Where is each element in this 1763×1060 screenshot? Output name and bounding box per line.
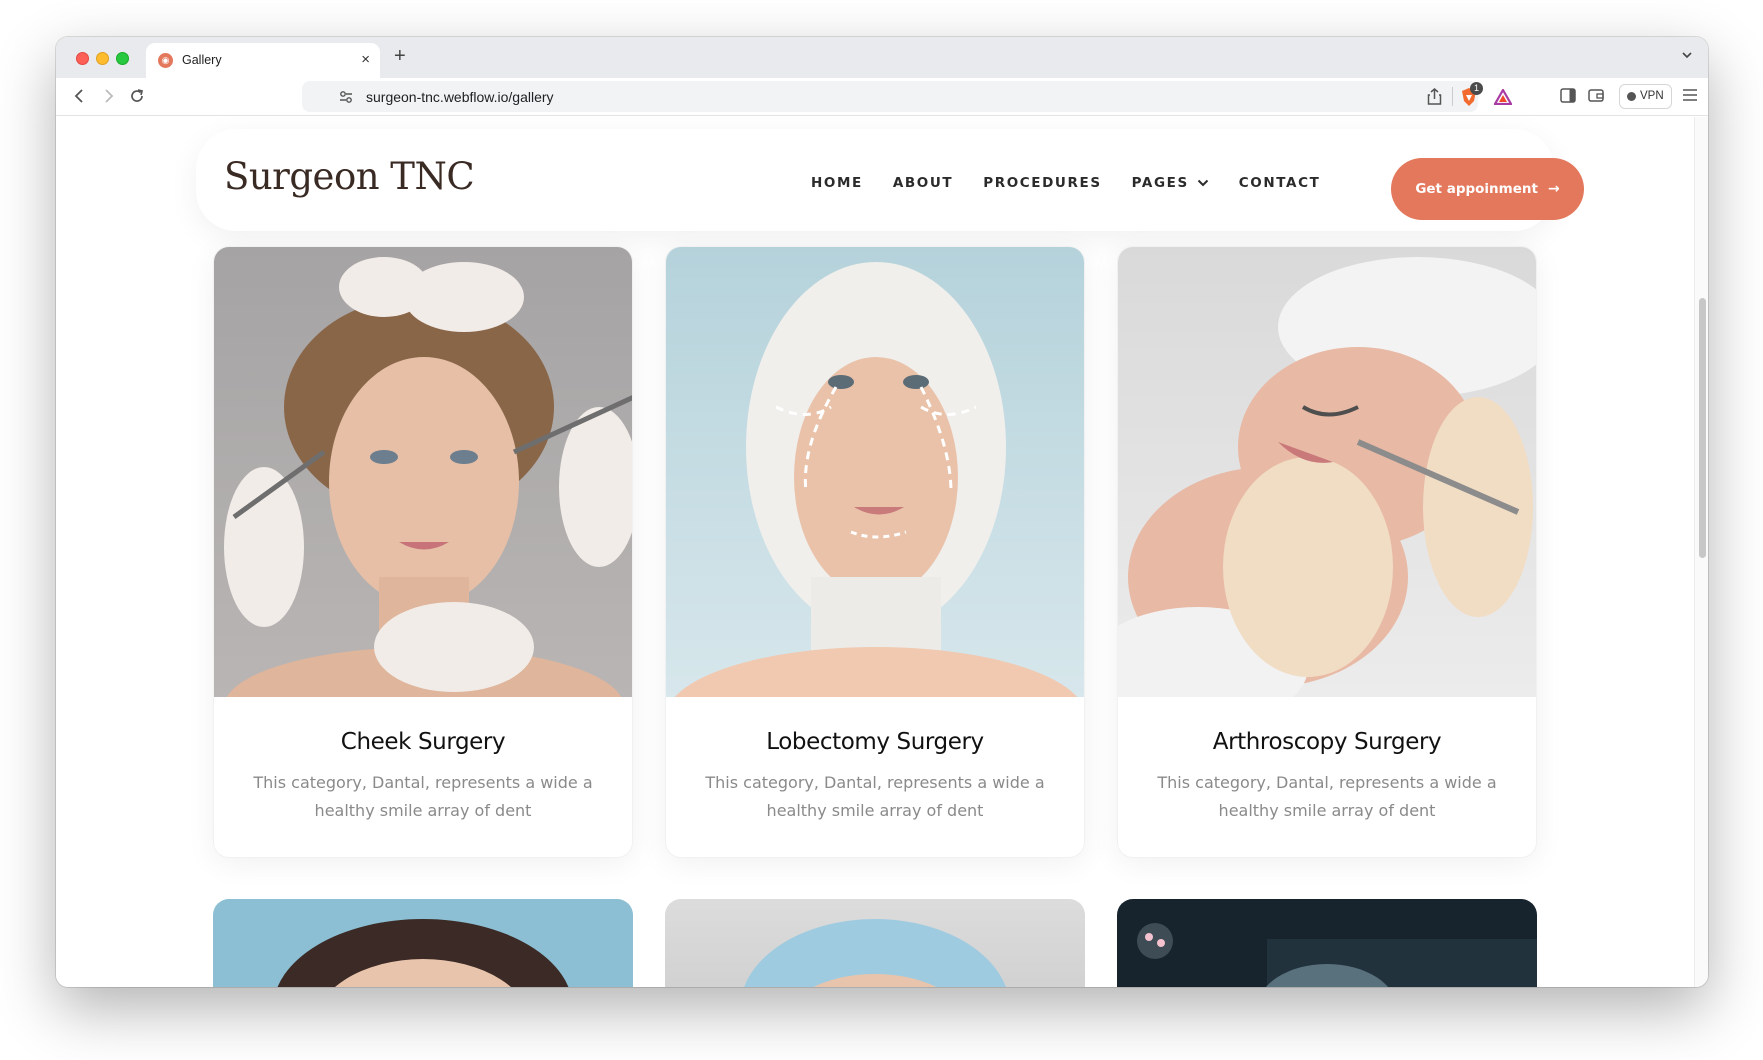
arthroscopy-surgery-image <box>1118 247 1536 697</box>
nav-about[interactable]: ABOUT <box>893 173 953 193</box>
forward-arrow-icon[interactable] <box>100 88 116 104</box>
site-header: Surgeon TNC HOME ABOUT PROCEDURES PAGES … <box>196 129 1584 231</box>
shields-count-badge: 1 <box>1470 82 1483 95</box>
gallery-card-image[interactable] <box>665 899 1085 987</box>
divider <box>1452 87 1453 106</box>
chevron-down-icon <box>1197 179 1208 187</box>
wallet-icon[interactable] <box>1588 88 1604 103</box>
new-tab-button[interactable]: + <box>394 45 406 68</box>
gallery-card-image[interactable] <box>213 899 633 987</box>
tab-list-chevron-icon[interactable] <box>1680 48 1694 62</box>
site-logo[interactable]: Surgeon TNC <box>224 155 475 198</box>
card-title: Lobectomy Surgery <box>766 729 984 755</box>
reload-icon[interactable] <box>129 88 145 104</box>
browser-window: ◉ Gallery × + surgeon-tnc.webflow.io/gal… <box>56 37 1708 987</box>
card-description: This category, Dantal, represents a wide… <box>253 773 593 820</box>
vpn-button[interactable]: VPN <box>1619 84 1672 109</box>
menu-icon[interactable] <box>1682 88 1698 102</box>
page-viewport: Surgeon TNC HOME ABOUT PROCEDURES PAGES … <box>56 117 1694 987</box>
gallery-card[interactable]: Lobectomy Surgery This category, Dantal,… <box>665 246 1085 858</box>
card-description: This category, Dantal, represents a wide… <box>705 773 1045 820</box>
minimize-window-button[interactable] <box>96 52 109 65</box>
card-title: Arthroscopy Surgery <box>1212 729 1442 755</box>
gallery-card[interactable]: Cheek Surgery This category, Dantal, rep… <box>213 246 633 858</box>
card-description: This category, Dantal, represents a wide… <box>1157 773 1497 820</box>
brave-rewards-icon[interactable] <box>1494 89 1512 105</box>
close-window-button[interactable] <box>76 52 89 65</box>
page-scrollbar[interactable] <box>1694 117 1708 987</box>
main-nav: HOME ABOUT PROCEDURES PAGES CONTACT <box>811 173 1350 193</box>
get-appointment-button[interactable]: Get appoinment → <box>1391 158 1584 220</box>
card-title: Cheek Surgery <box>340 729 506 755</box>
card-body: Cheek Surgery This category, Dantal, rep… <box>214 697 632 857</box>
nav-contact[interactable]: CONTACT <box>1239 173 1321 193</box>
tab-gallery[interactable]: ◉ Gallery × <box>146 43 380 78</box>
tab-strip: ◉ Gallery × + <box>56 37 1708 78</box>
card-body: Arthroscopy Surgery This category, Danta… <box>1118 697 1536 857</box>
close-tab-icon[interactable]: × <box>361 51 370 68</box>
maximize-window-button[interactable] <box>116 52 129 65</box>
cta-label: Get appoinment <box>1415 181 1538 197</box>
nav-home[interactable]: HOME <box>811 173 863 193</box>
surgeon-logo-icon: ◉ <box>158 53 173 68</box>
share-icon[interactable] <box>1427 88 1442 105</box>
back-arrow-icon[interactable] <box>72 88 88 104</box>
gallery-card[interactable]: Arthroscopy Surgery This category, Danta… <box>1117 246 1537 858</box>
card-body: Lobectomy Surgery This category, Dantal,… <box>666 697 1084 857</box>
sidebar-toggle-icon[interactable] <box>1560 88 1576 103</box>
vpn-label: VPN <box>1640 90 1664 102</box>
tab-title: Gallery <box>182 53 222 67</box>
gallery-card-image[interactable] <box>1117 899 1537 987</box>
arrow-right-icon: → <box>1547 181 1560 197</box>
nav-procedures[interactable]: PROCEDURES <box>983 173 1101 193</box>
nav-pages-dropdown[interactable]: PAGES <box>1132 173 1209 193</box>
lobectomy-surgery-image <box>666 247 1084 697</box>
scrollbar-thumb[interactable] <box>1699 298 1706 558</box>
cheek-surgery-image <box>214 247 632 697</box>
url-text[interactable]: surgeon-tnc.webflow.io/gallery <box>366 89 554 105</box>
site-settings-icon[interactable] <box>338 89 354 105</box>
vpn-status-icon <box>1627 92 1636 101</box>
address-bar[interactable]: surgeon-tnc.webflow.io/gallery 1 <box>302 81 1512 112</box>
nav-pages-label: PAGES <box>1131 175 1189 191</box>
browser-toolbar: surgeon-tnc.webflow.io/gallery 1 VPN <box>56 78 1708 116</box>
